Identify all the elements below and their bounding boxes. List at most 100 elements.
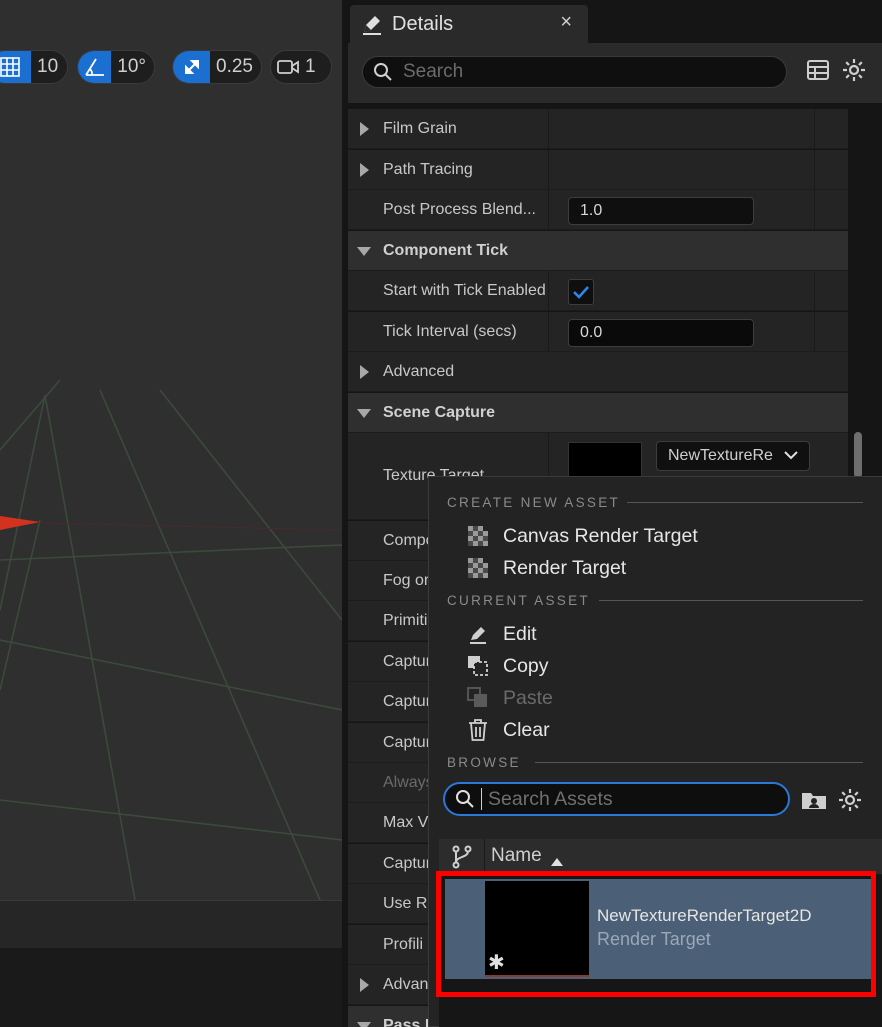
- collapse-arrow-icon[interactable]: [357, 409, 371, 418]
- close-icon[interactable]: ×: [560, 11, 572, 34]
- menu-item-label: Clear: [503, 718, 550, 741]
- rotation-snap-value[interactable]: 10°: [111, 56, 154, 78]
- text-caret: [481, 788, 482, 810]
- details-search-placeholder: Search: [403, 61, 464, 82]
- post-process-blend-field[interactable]: 1.0: [568, 197, 754, 225]
- menu-copy[interactable]: Copy: [467, 651, 549, 681]
- chevron-down-icon: [783, 444, 799, 470]
- section-browse: BROWSE: [447, 755, 521, 770]
- search-assets-placeholder: Search Assets: [488, 787, 613, 810]
- asset-list-header: Name: [439, 839, 882, 875]
- rotation-snap-toggle[interactable]: 10°: [77, 50, 155, 84]
- row-label: Max V: [383, 814, 429, 831]
- row-label: Compo: [383, 532, 435, 549]
- row-start-with-tick: Start with Tick Enabled: [348, 271, 848, 311]
- camera-icon: [271, 51, 305, 83]
- category-label: Pass I: [383, 1017, 430, 1027]
- row-tick-interval: Tick Interval (secs) 0.0: [348, 312, 848, 352]
- checkmark-icon: [573, 286, 589, 299]
- section-create-new-asset: CREATE NEW ASSET: [447, 495, 621, 510]
- expand-arrow-icon[interactable]: [360, 978, 369, 992]
- row-label: Start with Tick Enabled: [383, 282, 546, 299]
- row-path-tracing[interactable]: Path Tracing: [348, 150, 848, 190]
- category-component-tick[interactable]: Component Tick: [348, 231, 848, 271]
- trash-icon: [467, 719, 489, 741]
- collapse-arrow-icon[interactable]: [357, 1022, 371, 1027]
- menu-item-label: Edit: [503, 622, 537, 645]
- grid-snap-value[interactable]: 10: [31, 56, 66, 78]
- search-assets-input[interactable]: Search Assets: [443, 782, 790, 816]
- menu-item-label: Canvas Render Target: [503, 524, 698, 547]
- details-tab[interactable]: Details ×: [350, 5, 588, 43]
- pencil-icon: [360, 12, 384, 36]
- row-advanced[interactable]: Advanced: [348, 352, 848, 392]
- menu-item-label: Copy: [503, 654, 549, 677]
- details-toolbar: Search: [348, 43, 882, 103]
- row-film-grain[interactable]: Film Grain: [348, 109, 848, 149]
- gear-icon[interactable]: [842, 58, 866, 87]
- camera-speed-value[interactable]: 1: [305, 56, 324, 78]
- row-label: Captur: [383, 855, 432, 872]
- details-search-input[interactable]: Search: [362, 56, 787, 88]
- branch-icon[interactable]: [451, 845, 473, 874]
- paste-icon: [467, 687, 489, 709]
- gear-icon[interactable]: [838, 788, 862, 817]
- texture-target-combo[interactable]: NewTextureRe: [656, 441, 810, 471]
- search-icon: [373, 62, 393, 82]
- category-label: Component Tick: [383, 242, 509, 259]
- row-label: Captur: [383, 734, 432, 751]
- row-label: Film Grain: [383, 120, 457, 137]
- row-label: Primiti: [383, 612, 428, 629]
- menu-item-label: Render Target: [503, 556, 627, 579]
- category-label: Scene Capture: [383, 404, 496, 421]
- menu-edit[interactable]: Edit: [467, 619, 537, 649]
- expand-arrow-icon[interactable]: [360, 122, 369, 136]
- bottom-panel: [0, 948, 342, 1027]
- collapse-arrow-icon[interactable]: [357, 247, 371, 256]
- row-label: Always: [383, 774, 434, 791]
- checker-icon: [467, 525, 489, 547]
- menu-render-target[interactable]: Render Target: [467, 553, 626, 583]
- highlight-annotation-box: [436, 871, 876, 997]
- scale-snap-toggle[interactable]: 0.25: [172, 50, 262, 84]
- copy-icon: [467, 655, 489, 677]
- row-label: Tick Interval (secs): [383, 323, 517, 340]
- row-label: Captur: [383, 693, 432, 710]
- menu-clear[interactable]: Clear: [467, 715, 550, 745]
- row-label: Advan: [383, 976, 429, 993]
- details-scrollbar[interactable]: [854, 432, 862, 478]
- angle-icon: [78, 51, 112, 83]
- scale-snap-value[interactable]: 0.25: [210, 56, 261, 78]
- section-current-asset: CURRENT ASSET: [447, 593, 590, 608]
- grid-icon: [0, 51, 31, 83]
- texture-target-value: NewTextureRe: [668, 447, 773, 464]
- viewport-status-bar: [0, 900, 342, 948]
- expand-arrow-icon[interactable]: [360, 365, 369, 379]
- viewport-grid: [0, 379, 342, 900]
- folder-icon[interactable]: [801, 789, 827, 816]
- row-label: Profili: [383, 936, 424, 953]
- row-label: Fog or: [383, 572, 430, 589]
- checker-icon: [467, 557, 489, 579]
- sort-up-icon: [551, 853, 563, 871]
- scale-icon: [173, 51, 211, 83]
- expand-arrow-icon[interactable]: [360, 163, 369, 177]
- row-post-process-blend: Post Process Blend... 1.0: [348, 190, 848, 230]
- search-icon: [455, 789, 475, 809]
- details-tab-title: Details: [392, 12, 454, 35]
- row-label: Post Process Blend...: [383, 201, 536, 218]
- row-label: Captur: [383, 653, 432, 670]
- level-viewport[interactable]: 10 10° 0.25 1: [0, 0, 342, 900]
- menu-canvas-render-target[interactable]: Canvas Render Target: [467, 521, 698, 551]
- camera-speed-button[interactable]: 1: [270, 50, 332, 84]
- start-with-tick-checkbox[interactable]: [568, 279, 594, 305]
- category-scene-capture[interactable]: Scene Capture: [348, 393, 848, 433]
- tick-interval-field[interactable]: 0.0: [568, 319, 754, 347]
- table-icon[interactable]: [806, 58, 830, 87]
- pencil-icon: [467, 623, 489, 645]
- column-name-header[interactable]: Name: [491, 845, 542, 867]
- menu-paste: Paste: [467, 683, 553, 713]
- menu-item-label: Paste: [503, 686, 553, 709]
- grid-snap-toggle[interactable]: 10: [0, 50, 68, 84]
- row-label: Advanced: [383, 363, 455, 380]
